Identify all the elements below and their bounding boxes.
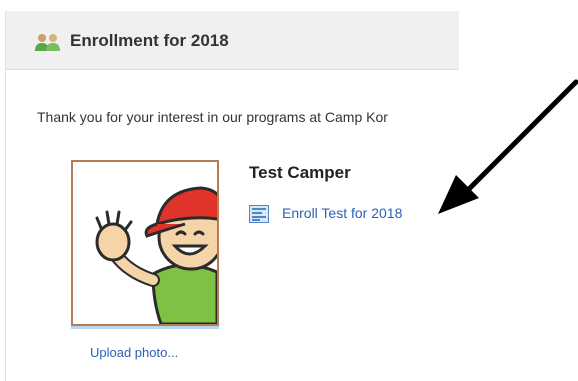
panel-title: Enrollment for 2018 — [70, 31, 229, 50]
camper-photo[interactable] — [71, 160, 219, 326]
intro-text: Thank you for your interest in our progr… — [37, 109, 388, 125]
upload-photo-link[interactable]: Upload photo... — [90, 345, 178, 360]
enrollment-panel: Enrollment for 2018 Thank you for your i… — [5, 11, 459, 381]
users-icon — [35, 34, 60, 51]
form-document-icon — [249, 205, 269, 223]
camper-name: Test Camper — [249, 163, 351, 182]
panel-header: Enrollment for 2018 — [6, 11, 459, 70]
enroll-link-label: Enroll Test for 2018 — [282, 205, 403, 221]
camper-avatar-illustration — [95, 186, 217, 324]
